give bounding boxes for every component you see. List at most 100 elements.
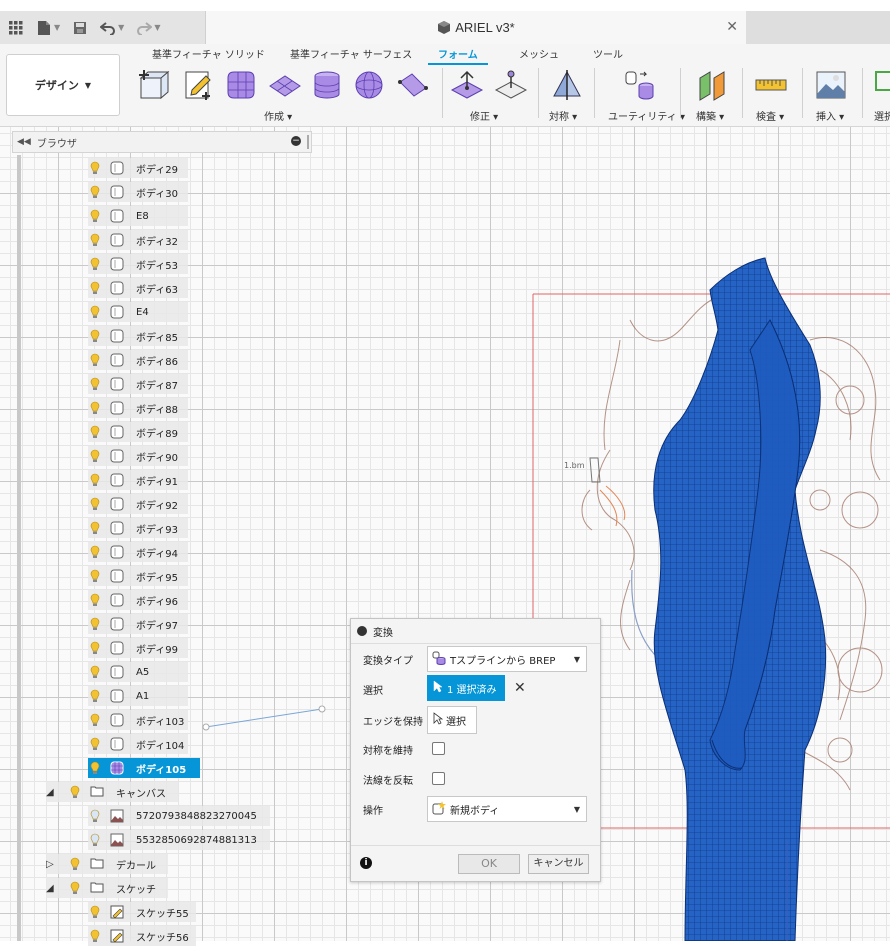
- visibility-bulb-icon[interactable]: [88, 687, 102, 705]
- file-dropdown-icon[interactable]: ▼: [54, 23, 60, 32]
- redo-dropdown-icon[interactable]: ▼: [154, 23, 160, 32]
- browser-body-item[interactable]: E4: [88, 301, 188, 323]
- visibility-bulb-icon[interactable]: [88, 423, 102, 441]
- minimize-icon[interactable]: −: [291, 136, 301, 146]
- undo-icon[interactable]: [96, 16, 120, 40]
- close-tab-icon[interactable]: ✕: [726, 19, 738, 35]
- tab-surface[interactable]: 基準フィーチャ サーフェス: [290, 46, 412, 61]
- keep-edges-select-button[interactable]: 選択: [427, 706, 477, 734]
- edit-form-tool[interactable]: [450, 68, 484, 102]
- visibility-bulb-icon[interactable]: [88, 591, 102, 609]
- browser-body-item[interactable]: ボディ63: [88, 277, 188, 299]
- visibility-bulb-icon[interactable]: [88, 831, 102, 849]
- visibility-bulb-icon[interactable]: [88, 159, 102, 177]
- convert-utility-tool[interactable]: [622, 68, 656, 102]
- tab-mesh[interactable]: メッシュ: [519, 46, 559, 61]
- info-icon[interactable]: i: [360, 857, 372, 869]
- visibility-bulb-icon[interactable]: [88, 279, 102, 297]
- form-sphere-tool[interactable]: [352, 68, 386, 102]
- inspect-group-menu[interactable]: 検査 ▾: [756, 108, 784, 123]
- select-group-menu[interactable]: 選択: [874, 108, 890, 123]
- visibility-bulb-icon[interactable]: [88, 207, 102, 225]
- collapse-browser-icon[interactable]: ◀◀: [17, 137, 31, 147]
- browser-body-item-selected[interactable]: ボディ105: [88, 757, 200, 779]
- browser-body-item[interactable]: ボディ30: [88, 181, 188, 203]
- browser-canvas-item[interactable]: 5532850692874881313: [88, 829, 270, 851]
- browser-body-item[interactable]: ボディ90: [88, 445, 188, 467]
- document-tab[interactable]: ARIEL v3* ✕: [205, 11, 747, 44]
- visibility-bulb-icon[interactable]: [88, 711, 102, 729]
- tab-solid[interactable]: 基準フィーチャ ソリッド: [152, 46, 265, 61]
- resize-grip[interactable]: [307, 135, 309, 149]
- browser-body-item[interactable]: ボディ104: [88, 733, 188, 755]
- operation-select[interactable]: 新規ボディ ▼: [427, 796, 587, 822]
- visibility-bulb-icon[interactable]: [88, 183, 102, 201]
- create-box-tool[interactable]: [136, 68, 170, 102]
- create-sketch-tool[interactable]: [182, 68, 216, 102]
- browser-body-item[interactable]: ボディ95: [88, 565, 188, 587]
- save-icon[interactable]: [68, 16, 92, 40]
- redo-icon[interactable]: [132, 16, 156, 40]
- collapse-dialog-icon[interactable]: [357, 626, 367, 636]
- visibility-bulb-icon[interactable]: [88, 327, 102, 345]
- form-edit-tool[interactable]: [396, 68, 430, 102]
- clear-selection-icon[interactable]: ✕: [514, 680, 526, 696]
- expand-open-icon[interactable]: ◢: [46, 883, 58, 894]
- create-group-menu[interactable]: 作成 ▾: [264, 108, 292, 123]
- visibility-bulb-icon[interactable]: [88, 375, 102, 393]
- visibility-bulb-icon[interactable]: [88, 231, 102, 249]
- visibility-bulb-icon[interactable]: [68, 855, 82, 873]
- visibility-bulb-icon[interactable]: [88, 663, 102, 681]
- visibility-bulb-icon[interactable]: [88, 351, 102, 369]
- insert-edge-tool[interactable]: [494, 68, 528, 102]
- browser-body-item[interactable]: ボディ91: [88, 469, 188, 491]
- visibility-bulb-icon[interactable]: [88, 519, 102, 537]
- visibility-bulb-icon[interactable]: [88, 759, 102, 777]
- visibility-bulb-icon[interactable]: [88, 567, 102, 585]
- visibility-bulb-icon[interactable]: [88, 447, 102, 465]
- form-box-tool[interactable]: [224, 68, 258, 102]
- workspace-selector[interactable]: デザイン ▼: [6, 54, 120, 116]
- browser-body-item[interactable]: A5: [88, 661, 188, 683]
- browser-body-item[interactable]: ボディ88: [88, 397, 188, 419]
- selection-button[interactable]: 1 選択済み: [427, 675, 505, 701]
- construct-plane-tool[interactable]: [696, 68, 730, 102]
- browser-body-item[interactable]: ボディ87: [88, 373, 188, 395]
- visibility-bulb-icon[interactable]: [68, 783, 82, 801]
- browser-body-item[interactable]: ボディ29: [88, 157, 188, 179]
- browser-body-item[interactable]: ボディ99: [88, 637, 188, 659]
- flip-normals-checkbox[interactable]: [432, 772, 445, 785]
- browser-body-item[interactable]: ボディ96: [88, 589, 188, 611]
- visibility-bulb-icon[interactable]: [88, 471, 102, 489]
- form-plane-tool[interactable]: [268, 68, 302, 102]
- measure-tool[interactable]: [754, 68, 788, 102]
- expand-open-icon[interactable]: ◢: [46, 787, 58, 798]
- visibility-bulb-icon[interactable]: [88, 639, 102, 657]
- browser-body-item[interactable]: E8: [88, 205, 188, 227]
- browser-body-item[interactable]: ボディ97: [88, 613, 188, 635]
- browser-body-item[interactable]: ボディ92: [88, 493, 188, 515]
- visibility-bulb-icon[interactable]: [88, 807, 102, 825]
- browser-body-item[interactable]: ボディ93: [88, 517, 188, 539]
- browser-body-item[interactable]: ボディ103: [88, 709, 188, 731]
- browser-body-item[interactable]: ボディ85: [88, 325, 188, 347]
- browser-sketch-item[interactable]: スケッチ56: [88, 925, 196, 947]
- cancel-button[interactable]: キャンセル: [528, 854, 589, 874]
- visibility-bulb-icon[interactable]: [88, 543, 102, 561]
- dialog-title-bar[interactable]: 変換: [351, 619, 600, 644]
- expand-closed-icon[interactable]: ▷: [46, 859, 58, 870]
- browser-body-item[interactable]: ボディ89: [88, 421, 188, 443]
- construct-group-menu[interactable]: 構築 ▾: [696, 108, 724, 123]
- file-menu-icon[interactable]: [32, 16, 56, 40]
- visibility-bulb-icon[interactable]: [88, 303, 102, 321]
- browser-sketch-item[interactable]: スケッチ55: [88, 901, 196, 923]
- browser-header[interactable]: ◀◀ ブラウザ −: [12, 131, 312, 153]
- insert-group-menu[interactable]: 挿入 ▾: [816, 108, 844, 123]
- browser-body-item[interactable]: A1: [88, 685, 188, 707]
- visibility-bulb-icon[interactable]: [88, 495, 102, 513]
- tab-form[interactable]: フォーム: [438, 46, 478, 61]
- browser-folder-decal[interactable]: ▷ デカール: [46, 853, 168, 875]
- utility-group-menu[interactable]: ユーティリティ ▾: [608, 108, 685, 123]
- tab-tools[interactable]: ツール: [593, 46, 623, 61]
- modify-group-menu[interactable]: 修正 ▾: [470, 108, 498, 123]
